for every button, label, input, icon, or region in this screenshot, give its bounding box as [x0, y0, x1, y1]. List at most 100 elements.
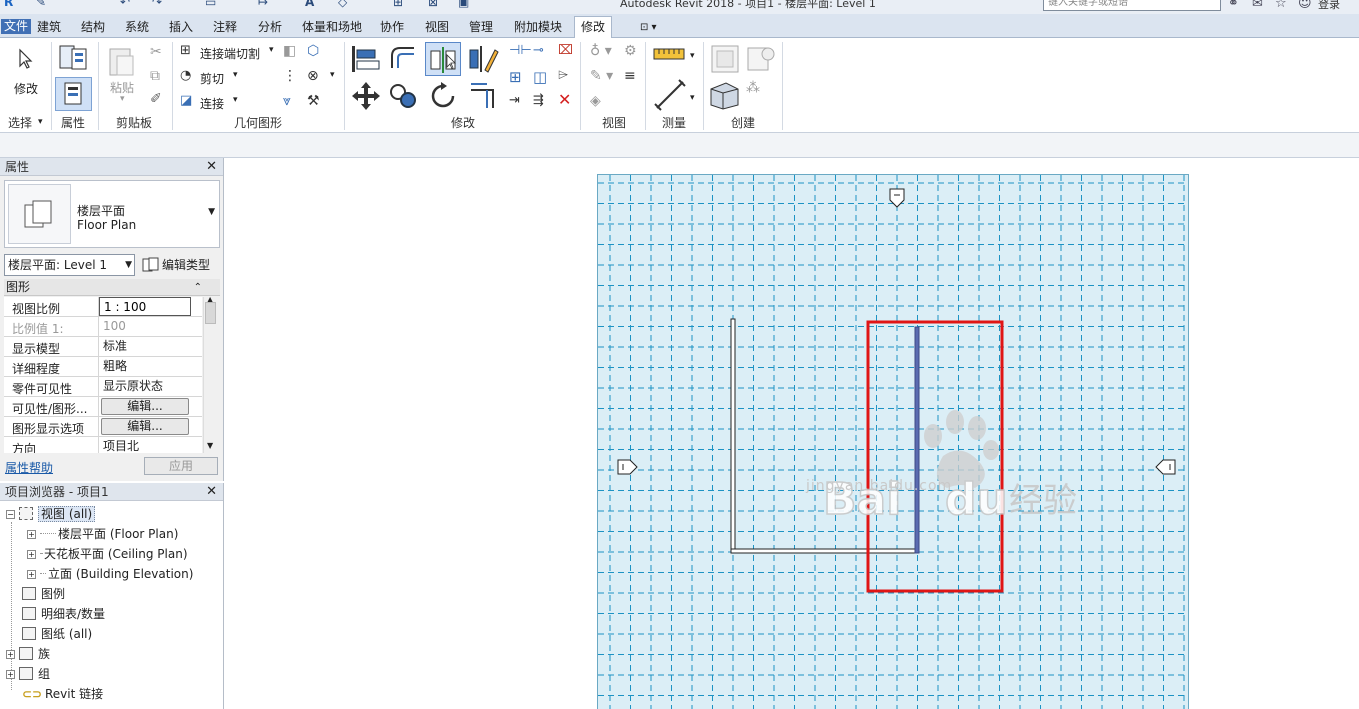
align-icon[interactable] [350, 44, 382, 74]
project-browser-close-icon[interactable]: ✕ [206, 483, 217, 501]
parts-visibility-value[interactable]: 显示原状态 [98, 377, 202, 396]
wall-joins-icon[interactable]: ◧ [283, 43, 296, 59]
unpin-icon[interactable]: ⌧ [558, 43, 573, 58]
modify-cursor-icon[interactable] [16, 48, 36, 70]
join-cut-icon[interactable]: ⊞ [180, 43, 191, 58]
split-face-icon[interactable]: ⬡ [307, 43, 319, 59]
drawing-canvas[interactable] [227, 158, 1359, 709]
cope-icon[interactable]: ⩔ [283, 93, 291, 109]
expand-toggle-icon[interactable]: + [27, 550, 36, 559]
tab-analyze[interactable]: 分析 [252, 17, 288, 38]
graphic-display-edit-button[interactable]: 编辑... [101, 418, 189, 435]
hide-bulb-icon[interactable]: ♁ ▾ [590, 43, 612, 59]
login-link[interactable]: 登录 [1318, 0, 1340, 12]
mirror-draw-axis-icon[interactable] [467, 44, 499, 74]
tree-node-sheets[interactable]: 图纸 (all) [22, 625, 92, 643]
aligned-dimension-icon[interactable] [653, 78, 687, 112]
redo-icon[interactable]: ↷ [152, 0, 162, 9]
apply-button[interactable]: 应用 [144, 457, 218, 475]
paste-icon[interactable] [107, 44, 137, 78]
search-input[interactable]: 键入关键字或短语 [1043, 0, 1221, 11]
elevation-marker-west[interactable] [617, 459, 638, 475]
create-parts-icon[interactable] [746, 44, 778, 74]
trim-single-icon[interactable]: ⇥ [509, 93, 520, 108]
properties-scrollbar[interactable]: ▲ ▼ [203, 295, 217, 453]
paint-dropdown-icon[interactable]: ▾ [330, 70, 335, 80]
graphics-group-header[interactable]: 图形 ⌃ [4, 279, 220, 296]
tab-modify[interactable]: 修改 [574, 16, 613, 38]
tab-manage[interactable]: 管理 [463, 17, 499, 38]
expand-toggle-icon[interactable]: + [27, 570, 36, 579]
match-type-icon[interactable]: ✐ [150, 91, 162, 107]
tree-node-legends[interactable]: 图例 [22, 585, 65, 603]
measure-between-icon[interactable] [653, 45, 687, 63]
tab-structure[interactable]: 结构 [75, 17, 111, 38]
tab-file[interactable]: 文件 [1, 19, 32, 34]
communication-icon[interactable]: ✉ [1252, 0, 1263, 11]
text-quick-icon[interactable]: A [305, 0, 314, 9]
revit-logo-icon[interactable]: R [4, 0, 13, 9]
modify-button-label[interactable]: 修改 [14, 80, 38, 97]
tab-view[interactable]: 视图 [419, 17, 455, 38]
instance-selector[interactable]: 楼层平面: Level 1 ▼ [4, 254, 135, 276]
rotate-icon[interactable] [427, 80, 459, 112]
offset-icon[interactable] [388, 44, 420, 74]
dimension-quick-icon[interactable]: ↦ [258, 0, 268, 9]
scale-icon[interactable]: ◫ [533, 68, 547, 86]
join-label[interactable]: 连接 [200, 95, 224, 112]
linework-icon[interactable]: ✎ ▾ [590, 68, 613, 84]
measure-quick-icon[interactable]: ▭ [205, 0, 216, 9]
tree-node-revit-links[interactable]: ⊂⊃ Revit 链接 [22, 685, 103, 703]
wireframe-icon[interactable]: ◈ [590, 93, 601, 109]
cut-geometry-icon[interactable]: ◔ [180, 68, 191, 83]
tab-massing-site[interactable]: 体量和场地 [296, 17, 368, 38]
tree-node-groups[interactable]: + 组 [6, 665, 50, 683]
trim-extend-corner-icon[interactable] [467, 80, 499, 112]
undo-icon[interactable]: ↶ [120, 0, 130, 9]
switch-windows-icon[interactable]: ▣ [458, 0, 469, 9]
copy-element-icon[interactable] [388, 80, 420, 112]
scroll-thumb[interactable] [205, 302, 216, 324]
split-element-icon[interactable]: ⊣⊢ [509, 43, 532, 58]
tree-node-families[interactable]: + 族 [6, 645, 50, 663]
instance-dropdown-icon[interactable]: ▼ [125, 255, 132, 275]
create-group-icon[interactable] [708, 79, 742, 111]
tree-node-floor-plan[interactable]: + 楼层平面 (Floor Plan) [27, 525, 178, 543]
pin-icon[interactable]: ⌲ [558, 68, 568, 83]
override-graphics-icon[interactable]: ⚙ [624, 43, 637, 59]
expand-toggle-icon[interactable]: + [27, 530, 36, 539]
close-hidden-icon[interactable]: ⊠ [428, 0, 438, 9]
contextual-dropdown-icon[interactable]: ⊡ ▾ [634, 17, 663, 38]
create-assembly-icon[interactable] [710, 44, 740, 74]
collapse-toggle-icon[interactable]: − [6, 510, 15, 519]
elevation-marker-east[interactable] [1155, 459, 1176, 475]
cut-dropdown-icon[interactable]: ▾ [233, 70, 238, 80]
tree-node-views[interactable]: − 视图 (all) [6, 505, 96, 523]
paint-icon[interactable]: ⊗ [307, 68, 319, 84]
tab-insert[interactable]: 插入 [163, 17, 199, 38]
panel-select[interactable]: 选择 [8, 115, 32, 131]
array-icon[interactable]: ⊞ [509, 68, 522, 86]
binoculars-icon[interactable]: ⚭ [1228, 0, 1239, 11]
tab-addins[interactable]: 附加模块 [508, 17, 568, 38]
hammer-icon[interactable]: ⚒ [307, 93, 320, 109]
elevation-marker-north[interactable] [889, 188, 905, 208]
edit-type-button[interactable]: 编辑类型 [140, 254, 220, 276]
delete-icon[interactable]: ✕ [558, 90, 571, 109]
type-dropdown-icon[interactable]: ▼ [208, 207, 215, 217]
join-geometry-icon[interactable]: ◪ [180, 93, 192, 108]
move-icon[interactable] [350, 80, 382, 112]
orientation-value[interactable]: 项目北 [98, 437, 202, 453]
cut-label[interactable]: 剪切 [200, 70, 224, 87]
mirror-pick-axis-button[interactable] [425, 42, 461, 76]
tab-collaborate[interactable]: 协作 [374, 17, 410, 38]
tree-node-ceiling-plan[interactable]: + 天花板平面 (Ceiling Plan) [27, 545, 188, 563]
tab-systems[interactable]: 系统 [119, 17, 155, 38]
join-dropdown-icon[interactable]: ▾ [233, 95, 238, 105]
detail-level-value[interactable]: 粗略 [98, 357, 202, 376]
section-quick-icon[interactable]: ⊞ [393, 0, 403, 9]
dimension-dropdown-icon[interactable]: ▾ [690, 93, 695, 103]
user-icon[interactable]: ☺ [1298, 0, 1312, 11]
expand-toggle-icon[interactable]: + [6, 650, 15, 659]
tab-architecture[interactable]: 建筑 [31, 17, 67, 38]
